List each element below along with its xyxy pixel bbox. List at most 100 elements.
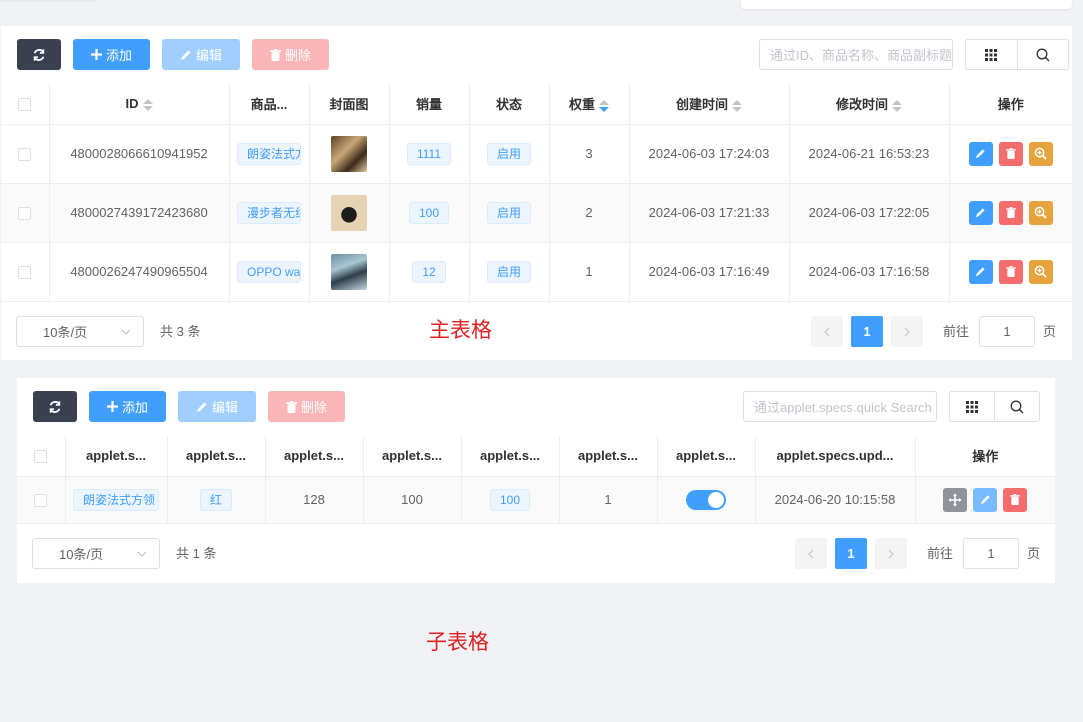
column-settings-button[interactable]: [950, 392, 994, 421]
row-delete-button[interactable]: [998, 200, 1023, 225]
actions-cell: [949, 124, 1072, 184]
row-edit-button[interactable]: [968, 200, 993, 225]
column-header-created[interactable]: 创建时间: [629, 84, 790, 125]
page-suffix: 页: [1043, 324, 1057, 339]
select-all-checkbox[interactable]: [17, 436, 66, 477]
prev-page-button[interactable]: [795, 538, 827, 569]
refresh-button[interactable]: [17, 39, 61, 70]
column-header-id[interactable]: ID: [49, 84, 230, 125]
page-number-current[interactable]: 1: [835, 538, 867, 569]
product-name-cell: 朗姿法式方领: [229, 124, 310, 184]
row-edit-button[interactable]: [973, 487, 998, 512]
total-count: 共 1 条: [176, 546, 217, 561]
main-table: ID 商品... 封面图 销量 状态 权重 创建时间 修改时间 操作 48000…: [1, 84, 1072, 302]
sales-tag: 12: [412, 260, 446, 283]
sort-icon[interactable]: [599, 99, 609, 113]
goto-label: 前往: [927, 546, 954, 561]
column-header-actions: 操作: [949, 84, 1072, 125]
search-toggle-button[interactable]: [1016, 40, 1069, 69]
search-toggle-button[interactable]: [994, 392, 1039, 421]
plus-icon: [90, 49, 102, 60]
status-tag: 启用: [486, 201, 531, 224]
value-cell: 100: [363, 476, 462, 524]
edit-button[interactable]: 编辑: [178, 391, 256, 422]
annotation-sub-table: 子表格: [426, 631, 489, 654]
created-cell: 2024-06-03 17:24:03: [629, 124, 790, 184]
cover-cell: [309, 242, 390, 302]
row-delete-button[interactable]: [1003, 487, 1028, 512]
search-input[interactable]: 通过applet.specs.quick Search: [743, 391, 937, 422]
delete-button[interactable]: 删除: [268, 391, 345, 422]
trash-icon: [1010, 494, 1021, 505]
column-header-sales: 销量: [389, 84, 470, 125]
id-cell: 4800028066610941952: [49, 124, 230, 184]
row-edit-button[interactable]: [968, 141, 993, 166]
weight-cell: 2: [549, 183, 630, 243]
status-cell: 启用: [469, 242, 550, 302]
sort-icon[interactable]: [142, 98, 153, 112]
next-page-button[interactable]: [875, 538, 907, 569]
row-view-button[interactable]: [1028, 141, 1053, 166]
row-view-button[interactable]: [1028, 200, 1053, 225]
refresh-icon: [33, 48, 45, 61]
column-settings-button[interactable]: [966, 40, 1017, 69]
edit-button[interactable]: 编辑: [162, 39, 240, 70]
row-checkbox[interactable]: [1, 183, 50, 243]
cover-image[interactable]: [331, 253, 367, 290]
sort-icon[interactable]: [892, 99, 902, 113]
total-count: 共 3 条: [160, 324, 201, 339]
row-drag-handle[interactable]: [943, 487, 968, 512]
row-checkbox[interactable]: [1, 124, 50, 184]
add-button[interactable]: 添加: [73, 39, 150, 70]
search-input[interactable]: 通过ID、商品名称、商品副标题: [759, 39, 953, 70]
table-row: 4800026247490965504 OPPO watch 12 启用 1 2…: [1, 242, 1072, 302]
updated-cell: 2024-06-20 10:15:58: [755, 476, 916, 524]
status-switch[interactable]: [686, 489, 726, 510]
sales-tag: 1111: [406, 142, 452, 165]
edit-button-label: 编辑: [211, 400, 238, 415]
refresh-button[interactable]: [33, 391, 77, 422]
delete-button[interactable]: 删除: [252, 39, 329, 70]
edit-button-label: 编辑: [195, 48, 222, 63]
row-delete-button[interactable]: [998, 141, 1023, 166]
table-tools: [965, 39, 1069, 70]
row-edit-button[interactable]: [968, 259, 993, 284]
row-view-button[interactable]: [1028, 259, 1053, 284]
column-header: applet.s...: [265, 436, 364, 477]
product-name-tag: OPPO watch: [237, 260, 301, 283]
column-header: applet.s...: [363, 436, 462, 477]
add-button[interactable]: 添加: [89, 391, 166, 422]
column-header-status: 状态: [469, 84, 550, 125]
select-all-checkbox[interactable]: [1, 84, 50, 125]
add-button-label: 添加: [121, 400, 148, 415]
goto-page-input[interactable]: 1: [979, 316, 1035, 347]
column-header-weight[interactable]: 权重: [549, 84, 630, 125]
prev-page-button[interactable]: [811, 316, 843, 347]
row-checkbox[interactable]: [1, 242, 50, 302]
chevron-right-icon: [904, 327, 910, 336]
next-page-button[interactable]: [891, 316, 923, 347]
row-delete-button[interactable]: [998, 259, 1023, 284]
column-header-modified[interactable]: 修改时间: [789, 84, 950, 125]
trash-icon: [1005, 148, 1016, 159]
pencil-icon: [976, 208, 985, 218]
column-header: applet.s...: [461, 436, 560, 477]
status-cell: 启用: [469, 124, 550, 184]
switch-cell: [657, 476, 756, 524]
delete-button-label: 删除: [284, 48, 311, 63]
page-size-value: 10条/页: [43, 325, 88, 340]
page-size-value: 10条/页: [59, 547, 104, 562]
color-tag: 红: [199, 488, 232, 511]
page-number-current[interactable]: 1: [851, 316, 883, 347]
goto-page-input[interactable]: 1: [963, 538, 1019, 569]
color-cell: 红: [167, 476, 266, 524]
row-checkbox[interactable]: [17, 476, 66, 524]
created-cell: 2024-06-03 17:21:33: [629, 183, 790, 243]
column-header-actions: 操作: [915, 436, 1055, 477]
cover-image[interactable]: [331, 194, 367, 231]
page-size-select[interactable]: 10条/页: [32, 538, 160, 569]
column-header: applet.s...: [657, 436, 756, 477]
page-size-select[interactable]: 10条/页: [16, 316, 144, 347]
sort-icon[interactable]: [732, 99, 742, 113]
cover-image[interactable]: [331, 135, 367, 172]
